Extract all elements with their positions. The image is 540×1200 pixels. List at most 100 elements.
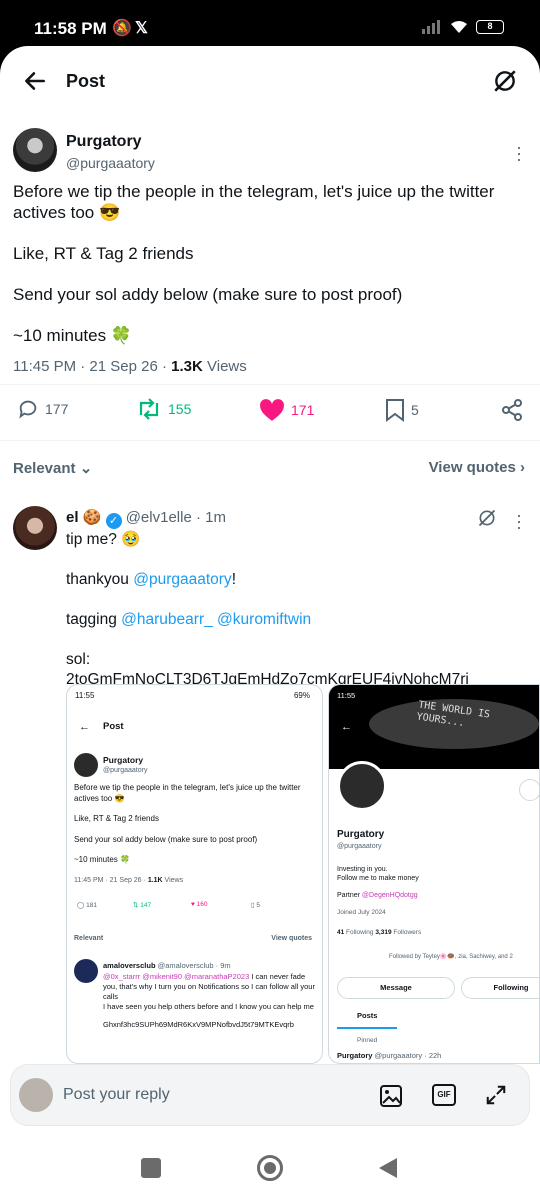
- profile-counts: 41 Following 3,319 Followers: [337, 929, 421, 936]
- mention-link[interactable]: @purgaaatory: [133, 571, 231, 588]
- status-time: 11:58 PM: [34, 19, 107, 38]
- home-button[interactable]: [257, 1155, 283, 1181]
- mini-repost-count: 147: [140, 902, 152, 909]
- repost-icon: [139, 398, 159, 420]
- post-line: Like, RT & Tag 2 friends: [13, 244, 194, 263]
- back-button[interactable]: [377, 1156, 399, 1180]
- bookmark-button[interactable]: 5: [385, 398, 419, 422]
- profile-banner: 11:55 THE WORLD IS YOURS... ←: [329, 685, 539, 769]
- reply-thanks: thankyou @purgaaatory!: [66, 570, 526, 590]
- like-button[interactable]: 171: [259, 398, 314, 422]
- reply-text: tip me? 🥹 thankyou @purgaaatory! tagging…: [66, 530, 526, 710]
- profile-joined: Joined July 2024: [337, 909, 386, 916]
- gif-icon[interactable]: GIF: [432, 1084, 456, 1106]
- post-text: Before we tip the people in the telegram…: [13, 181, 523, 366]
- battery-icon: 8: [476, 20, 504, 34]
- post-line: Before we tip the people in the telegram…: [13, 182, 495, 222]
- reply-count: 177: [45, 401, 69, 417]
- like-count: 171: [291, 402, 315, 418]
- mini-likes: ♥ 160: [191, 901, 208, 908]
- mini-views: 1.1K: [147, 877, 163, 884]
- profile-partner: Partner @DegenHQdotgg: [337, 892, 418, 899]
- more-options-icon[interactable]: · · ·: [511, 138, 527, 168]
- tab-posts: Posts: [357, 1011, 378, 1020]
- reply-author-name[interactable]: el 🍪: [66, 509, 101, 526]
- mini-views-label: Views: [162, 877, 184, 884]
- chevron-right-icon: ›: [520, 459, 525, 476]
- post-timestamp: 11:45 PM · 21 Sep 26 ·: [13, 358, 172, 375]
- top-bar: Post: [0, 46, 540, 116]
- followed-by: Followed by Teytey🌸🍩, zia, Sachiwey, and…: [389, 954, 513, 960]
- mention-link[interactable]: @harubearr_: [121, 611, 213, 628]
- expand-icon[interactable]: [485, 1084, 507, 1106]
- mini-line: ~10 minutes 🍀: [74, 855, 130, 864]
- post-line: ~10 minutes 🍀: [13, 326, 132, 345]
- divider: [0, 440, 540, 441]
- pinned-label: Pinned: [357, 1037, 378, 1044]
- tagging-text: tagging: [66, 611, 122, 628]
- reply-avatar[interactable]: [13, 506, 57, 550]
- mini-relevant: Relevant: [74, 935, 104, 942]
- mini-line: Like, RT & Tag 2 friends: [74, 814, 159, 823]
- view-quotes-link[interactable]: View quotes ›: [429, 459, 525, 476]
- x-logo-icon: 𝕏: [135, 20, 148, 37]
- post-meta: 11:45 PM · 21 Sep 26 · 1.3K Views: [13, 358, 247, 375]
- author-avatar[interactable]: [13, 128, 57, 172]
- mini-quote-name: amaloversclub: [103, 961, 156, 970]
- sol-label: sol:: [66, 651, 91, 668]
- mini-post-text: Before we tip the people in the telegram…: [74, 783, 309, 866]
- mini-quote-text: @0x_starrr @mikenit90 @maranathaP2023 I …: [103, 972, 317, 1030]
- share-icon: [502, 399, 522, 421]
- grok-icon[interactable]: [477, 508, 497, 528]
- back-arrow-icon[interactable]: [22, 68, 48, 94]
- mini-replies: ◯ 181: [77, 902, 97, 909]
- mini-meta: 11:45 PM · 21 Sep 26 · 1.1K Views: [74, 877, 183, 884]
- reply-line: tip me? 🥹: [66, 531, 141, 548]
- reply-header: el 🍪 ✓ @elv1elle · 1m: [66, 508, 226, 529]
- mini-meta-time: 11:45 PM · 21 Sep 26 ·: [74, 877, 148, 884]
- reply-composer[interactable]: Post your reply GIF: [10, 1064, 530, 1126]
- reply-input[interactable]: Post your reply: [63, 1086, 170, 1104]
- mini-quote-header: amaloversclub @amaloversclub · 9m: [103, 961, 231, 970]
- recents-button[interactable]: [141, 1158, 161, 1178]
- mini-view-quotes: View quotes: [271, 935, 312, 942]
- divider: [0, 384, 540, 385]
- share-button[interactable]: [500, 398, 524, 422]
- verified-badge-icon: ✓: [105, 513, 122, 529]
- mini-line: Send your sol addy below (make sure to p…: [74, 834, 258, 844]
- mini-handle: @purgaaatory: [103, 767, 148, 774]
- mini-back-arrow-icon: ←: [79, 721, 90, 733]
- grok-button: [519, 779, 539, 801]
- reply-button[interactable]: 177: [17, 398, 68, 420]
- repost-button[interactable]: 155: [136, 398, 191, 420]
- following-button: Following: [461, 977, 539, 999]
- pinned-name: Purgatory: [337, 1051, 373, 1060]
- chevron-down-icon: ⌄: [79, 460, 93, 477]
- attached-image-2[interactable]: 11:55 THE WORLD IS YOURS... ← Purgatory …: [328, 684, 540, 1064]
- more-options-icon[interactable]: · · ·: [511, 506, 527, 536]
- bio-line: Follow me to make money: [337, 875, 419, 882]
- mini-bookmark-count: 5: [256, 902, 261, 909]
- following-label: Following: [344, 929, 374, 936]
- page-title: Post: [66, 71, 106, 91]
- followers-label: Followers: [391, 929, 422, 936]
- attached-image-1[interactable]: 11:55 69% ← Post Purgatory @purgaaatory …: [66, 684, 323, 1064]
- wifi-icon: [451, 21, 467, 33]
- grok-icon[interactable]: [492, 68, 518, 94]
- author-name[interactable]: Purgatory: [66, 133, 142, 151]
- mini-status-time: 11:55: [75, 691, 95, 700]
- mini-status-time: 11:55: [337, 691, 356, 700]
- partner-link: @DegenHQdotgg: [361, 892, 418, 899]
- mini-avatar: [74, 753, 98, 777]
- bookmark-count: 5: [411, 402, 419, 418]
- sort-dropdown[interactable]: Relevant ⌄: [13, 459, 92, 477]
- reply-handle[interactable]: @elv1elle · 1m: [126, 509, 226, 526]
- author-handle[interactable]: @purgaaatory: [66, 155, 155, 171]
- post-line: Send your sol addy below (make sure to p…: [13, 285, 403, 304]
- mini-quote-avatar: [74, 959, 98, 983]
- image-icon[interactable]: [379, 1084, 403, 1108]
- views-label: Views: [202, 358, 247, 375]
- reply-tagging: tagging @harubearr_ @kuromiftwin: [66, 610, 526, 630]
- mention-link[interactable]: @kuromiftwin: [217, 611, 311, 628]
- mini-quote-mentions: @0x_starrr @mikenit90 @maranathaP2023: [103, 972, 250, 981]
